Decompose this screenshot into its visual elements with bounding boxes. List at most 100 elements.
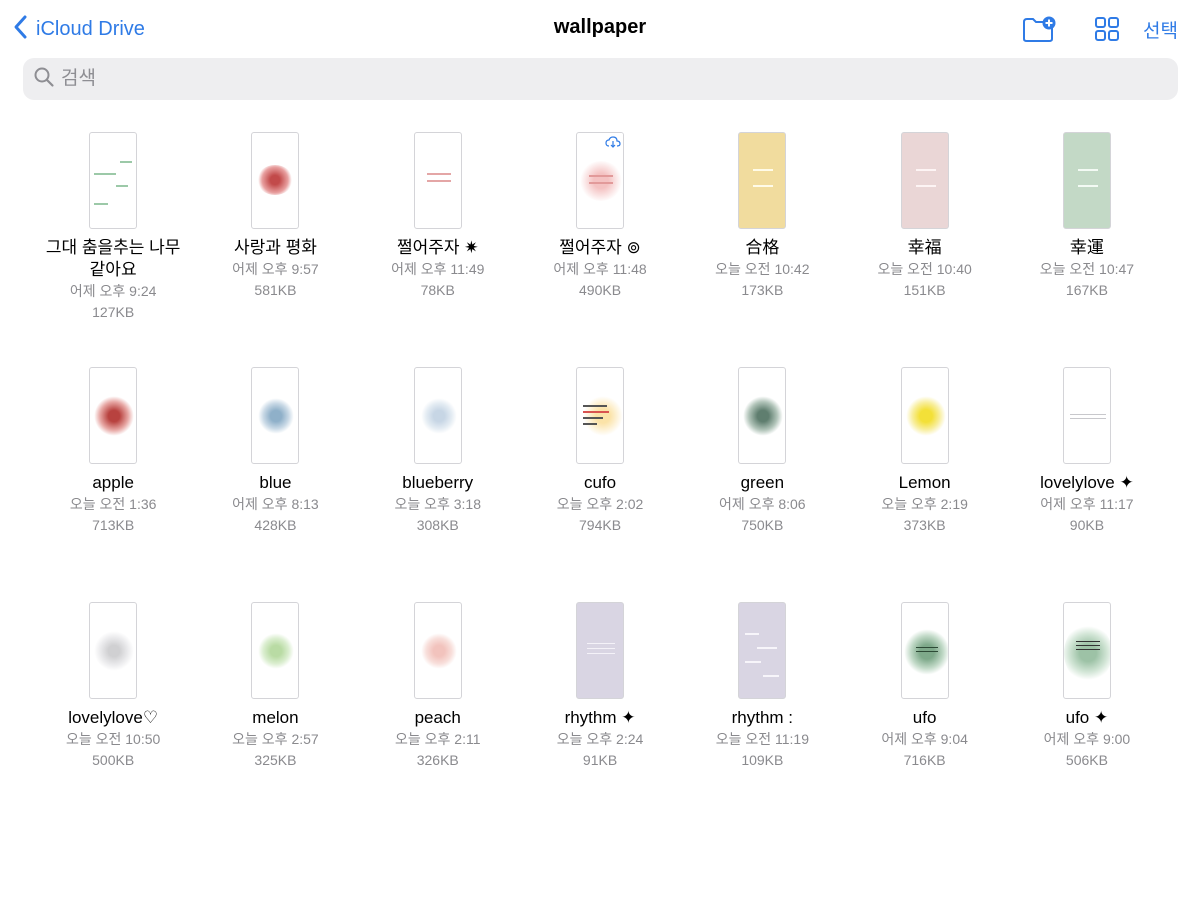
file-item[interactable]: 合格 오늘 오전 10:42 173KB	[681, 132, 843, 367]
file-date: 오늘 오전 10:50	[65, 731, 161, 747]
file-item[interactable]: lovelylove♡ 오늘 오전 10:50 500KB	[32, 602, 194, 837]
file-thumbnail	[1062, 602, 1111, 699]
file-item[interactable]: ufo ✦ 어제 오후 9:00 506KB	[1006, 602, 1168, 837]
file-thumbnail	[89, 132, 138, 229]
file-size: 490KB	[579, 282, 622, 298]
file-item[interactable]: Lemon 오늘 오후 2:19 373KB	[843, 367, 1005, 602]
file-date: 오늘 오후 2:02	[556, 496, 644, 512]
file-thumbnail	[900, 367, 949, 464]
file-size: 127KB	[92, 304, 135, 320]
file-date: 어제 오후 8:06	[719, 496, 806, 512]
grid-view-icon[interactable]	[1089, 12, 1125, 46]
file-item[interactable]: rhythm : 오늘 오전 11:19 109KB	[681, 602, 843, 837]
file-item[interactable]: 쩔어주자 ✷ 어제 오후 11:49 78KB	[357, 132, 519, 367]
file-item[interactable]: 幸福 오늘 오전 10:40 151KB	[843, 132, 1005, 367]
file-name: 幸福	[907, 238, 942, 257]
file-size: 109KB	[741, 752, 784, 768]
file-thumbnail	[738, 602, 787, 699]
file-item[interactable]: blue 어제 오후 8:13 428KB	[194, 367, 356, 602]
file-size: 325KB	[254, 752, 297, 768]
file-date: 오늘 오전 10:40	[877, 261, 972, 277]
file-name: rhythm ✦	[564, 708, 636, 727]
file-thumbnail	[576, 367, 625, 464]
file-thumbnail	[251, 602, 300, 699]
file-size: 91KB	[582, 752, 618, 768]
file-size: 373KB	[903, 517, 946, 533]
file-size: 173KB	[741, 282, 784, 298]
file-grid: 그대 춤을추는 나무 같아요 어제 오후 9:24 127KB 사랑과 평화 어…	[32, 132, 1168, 837]
file-date: 어제 오후 11:48	[553, 261, 647, 277]
file-date: 오늘 오후 3:18	[394, 496, 482, 512]
file-name: 쩔어주자 ⊚	[559, 238, 641, 257]
file-date: 오늘 오후 2:24	[556, 731, 644, 747]
file-date: 어제 오후 11:49	[391, 261, 485, 277]
file-name: 사랑과 평화	[233, 238, 317, 257]
file-size: 581KB	[254, 282, 297, 298]
file-item[interactable]: lovelylove ✦ 어제 오후 11:17 90KB	[1006, 367, 1168, 602]
file-date: 오늘 오전 11:19	[715, 731, 809, 747]
file-thumbnail	[576, 132, 625, 229]
file-thumbnail	[900, 132, 949, 229]
file-date: 어제 오후 9:00	[1043, 731, 1131, 747]
page-title: wallpaper	[553, 16, 647, 38]
file-date: 어제 오후 9:04	[881, 731, 968, 747]
file-size: 794KB	[579, 517, 622, 533]
file-name: lovelylove♡	[68, 708, 159, 727]
search-input[interactable]	[61, 68, 1061, 90]
file-thumbnail	[738, 132, 787, 229]
file-thumbnail	[1062, 367, 1111, 464]
file-size: 500KB	[92, 752, 135, 768]
file-thumbnail	[1062, 132, 1111, 229]
file-size: 90KB	[1069, 517, 1105, 533]
file-thumbnail	[251, 367, 300, 464]
file-item[interactable]: 幸運 오늘 오전 10:47 167KB	[1006, 132, 1168, 367]
file-size: 151KB	[903, 282, 946, 298]
select-button[interactable]: 선택	[1143, 16, 1178, 43]
cloud-download-icon	[605, 135, 621, 148]
file-name: ufo ✦	[1065, 708, 1109, 727]
file-name: 合格	[745, 238, 780, 257]
file-size: 750KB	[741, 517, 784, 533]
file-date: 오늘 오후 2:57	[232, 731, 319, 747]
file-name: melon	[252, 708, 299, 727]
file-item[interactable]: melon 오늘 오후 2:57 325KB	[194, 602, 356, 837]
file-item[interactable]: cufo 오늘 오후 2:02 794KB	[519, 367, 681, 602]
file-date: 어제 오후 8:13	[232, 496, 319, 512]
file-name: blueberry	[402, 473, 474, 492]
file-date: 어제 오후 9:24	[69, 283, 157, 299]
file-name: Lemon	[898, 473, 951, 492]
navigation-bar: iCloud Drive wallpaper 선택	[0, 0, 1200, 58]
file-name: 쩔어주자 ✷	[396, 238, 479, 257]
file-date: 오늘 오전 10:42	[715, 261, 810, 277]
file-thumbnail	[89, 602, 138, 699]
file-size: 428KB	[254, 517, 297, 533]
file-name: ufo	[912, 708, 937, 727]
file-item[interactable]: blueberry 오늘 오후 3:18 308KB	[357, 367, 519, 602]
file-thumbnail	[251, 132, 300, 229]
file-item[interactable]: rhythm ✦ 오늘 오후 2:24 91KB	[519, 602, 681, 837]
file-thumbnail	[900, 602, 949, 699]
file-size: 326KB	[416, 752, 459, 768]
file-item[interactable]: ufo 어제 오후 9:04 716KB	[843, 602, 1005, 837]
file-thumbnail	[89, 367, 138, 464]
file-size: 716KB	[903, 752, 946, 768]
file-size: 78KB	[420, 282, 455, 298]
file-date: 오늘 오전 1:36	[69, 496, 157, 512]
file-name: 幸運	[1069, 238, 1104, 257]
file-item[interactable]: 그대 춤을추는 나무 같아요 어제 오후 9:24 127KB	[32, 132, 194, 367]
file-name: apple	[92, 473, 134, 492]
file-date: 어제 오후 11:17	[1040, 496, 1134, 512]
file-item[interactable]: apple 오늘 오전 1:36 713KB	[32, 367, 194, 602]
file-item[interactable]: peach 오늘 오후 2:11 326KB	[357, 602, 519, 837]
file-date: 어제 오후 9:57	[232, 261, 319, 277]
file-name: rhythm :	[731, 708, 794, 727]
file-date: 오늘 오후 2:11	[394, 731, 481, 747]
folder-plus-icon[interactable]	[1021, 12, 1057, 46]
file-thumbnail	[738, 367, 787, 464]
file-size: 713KB	[92, 517, 135, 533]
file-item[interactable]: 쩔어주자 ⊚ 어제 오후 11:48 490KB	[519, 132, 681, 367]
file-name: peach	[414, 708, 461, 727]
file-item[interactable]: 사랑과 평화 어제 오후 9:57 581KB	[194, 132, 356, 367]
search-bar[interactable]	[23, 58, 1178, 100]
file-item[interactable]: green 어제 오후 8:06 750KB	[681, 367, 843, 602]
